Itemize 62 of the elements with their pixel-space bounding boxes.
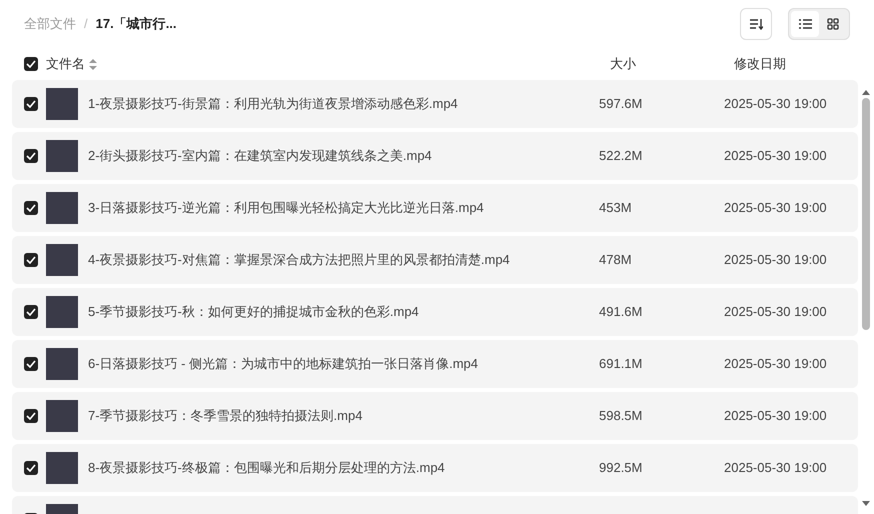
modified-date: 2025-05-30 19:00 xyxy=(724,459,827,478)
column-header[interactable]: 大小 xyxy=(610,56,636,72)
file-name[interactable]: 8-夜景摄影技巧-终极篇：包围曝光和后期分层处理的方法.mp4 xyxy=(78,458,599,478)
checkbox[interactable] xyxy=(24,357,38,371)
file-size: 453M xyxy=(599,199,633,218)
file-row[interactable]: 6-日落摄影技巧 - 侧光篇：为城市中的地标建筑拍一张日落肖像.mp4 691.1M 2025-05-30 19:00 xyxy=(12,340,858,388)
checkbox[interactable] xyxy=(24,305,38,319)
list-icon xyxy=(798,19,812,29)
file-size: 598.5M xyxy=(599,407,644,426)
video-thumbnail xyxy=(46,348,78,380)
file-row[interactable]: 4-夜景摄影技巧-对焦篇：掌握景深合成方法把照片里的风景都拍清楚.mp4 478M 2025-05-30 19:00 xyxy=(12,236,858,284)
checkbox[interactable] xyxy=(24,57,38,71)
video-thumbnail xyxy=(46,452,78,484)
modified-date: 2025-05-30 19:00 xyxy=(724,303,827,322)
modified-date: 2025-05-30 19:00 xyxy=(724,199,827,218)
file-size: 491.6M xyxy=(599,303,644,322)
file-row[interactable]: 5-季节摄影技巧-秋：如何更好的捕捉城市金秋的色彩.mp4 491.6M 2025-05-30 19:00 xyxy=(12,288,858,336)
checkbox[interactable] xyxy=(24,201,38,215)
sort-arrows-icon[interactable] xyxy=(89,58,97,70)
file-size: 522.2M xyxy=(599,147,644,166)
column-header[interactable]: 文件名 xyxy=(46,54,85,74)
scroll-up-icon[interactable] xyxy=(861,88,871,96)
file-name[interactable]: 1-夜景摄影技巧-街景篇：利用光轨为街道夜景增添动感色彩.mp4 xyxy=(78,94,599,114)
file-row[interactable]: 3-日落摄影技巧-逆光篇：利用包围曝光轻松搞定大光比逆光日落.mp4 453M 2025-05-30 19:00 xyxy=(12,184,858,232)
checkbox[interactable] xyxy=(24,253,38,267)
file-row[interactable]: 2-街头摄影技巧-室内篇：在建筑室内发现建筑线条之美.mp4 522.2M 2025-05-30 19:00 xyxy=(12,132,858,180)
file-size: 992.5M xyxy=(599,459,644,478)
checkbox[interactable] xyxy=(24,149,38,163)
file-name[interactable]: 6-日落摄影技巧 - 侧光篇：为城市中的地标建筑拍一张日落肖像.mp4 xyxy=(78,354,599,374)
sort-button[interactable] xyxy=(740,8,772,40)
video-thumbnail xyxy=(46,296,78,328)
scroll-down-icon[interactable] xyxy=(861,500,871,508)
video-thumbnail xyxy=(46,140,78,172)
grid-icon xyxy=(827,18,839,30)
modified-date: 2025-05-30 19:00 xyxy=(724,147,827,166)
video-thumbnail xyxy=(46,192,78,224)
breadcrumb-separator: / xyxy=(84,15,88,34)
video-thumbnail xyxy=(46,88,78,120)
file-size: 691.1M xyxy=(599,355,644,374)
breadcrumb-current: 17.「城市行... xyxy=(96,15,177,34)
file-name[interactable]: 7-季节摄影技巧：冬季雪景的独特拍摄法则.mp4 xyxy=(78,406,599,426)
list-view-button[interactable] xyxy=(791,11,819,37)
modified-date: 2025-05-30 19:00 xyxy=(724,407,827,426)
modified-date: 2025-05-30 19:00 xyxy=(724,251,827,270)
checkbox[interactable] xyxy=(24,97,38,111)
modified-date: 2025-05-30 19:00 xyxy=(724,95,827,114)
file-row[interactable]: 1-夜景摄影技巧-街景篇：利用光轨为街道夜景增添动感色彩.mp4 597.6M 2025-05-30 19:00 xyxy=(12,80,858,128)
video-thumbnail xyxy=(46,244,78,276)
file-name[interactable]: 2-街头摄影技巧-室内篇：在建筑室内发现建筑线条之美.mp4 xyxy=(78,146,599,166)
checkbox[interactable] xyxy=(24,461,38,475)
file-name[interactable]: 5-季节摄影技巧-秋：如何更好的捕捉城市金秋的色彩.mp4 xyxy=(78,302,599,322)
file-row[interactable]: 8-夜景摄影技巧-终极篇：包围曝光和后期分层处理的方法.mp4 992.5M 2025-05-30 19:00 xyxy=(12,444,858,492)
video-thumbnail xyxy=(46,400,78,432)
column-header[interactable]: 修改日期 xyxy=(734,56,786,72)
file-name[interactable]: 3-日落摄影技巧-逆光篇：利用包围曝光轻松搞定大光比逆光日落.mp4 xyxy=(78,198,599,218)
sort-icon xyxy=(749,18,763,30)
file-size: 597.6M xyxy=(599,95,644,114)
checkbox[interactable] xyxy=(24,409,38,423)
file-size: 478M xyxy=(599,251,633,270)
file-row[interactable]: 7-季节摄影技巧：冬季雪景的独特拍摄法则.mp4 598.5M 2025-05-30 19:00 xyxy=(12,392,858,440)
modified-date: 2025-05-30 19:00 xyxy=(724,355,827,374)
file-name[interactable]: 4-夜景摄影技巧-对焦篇：掌握景深合成方法把照片里的风景都拍清楚.mp4 xyxy=(78,250,599,270)
